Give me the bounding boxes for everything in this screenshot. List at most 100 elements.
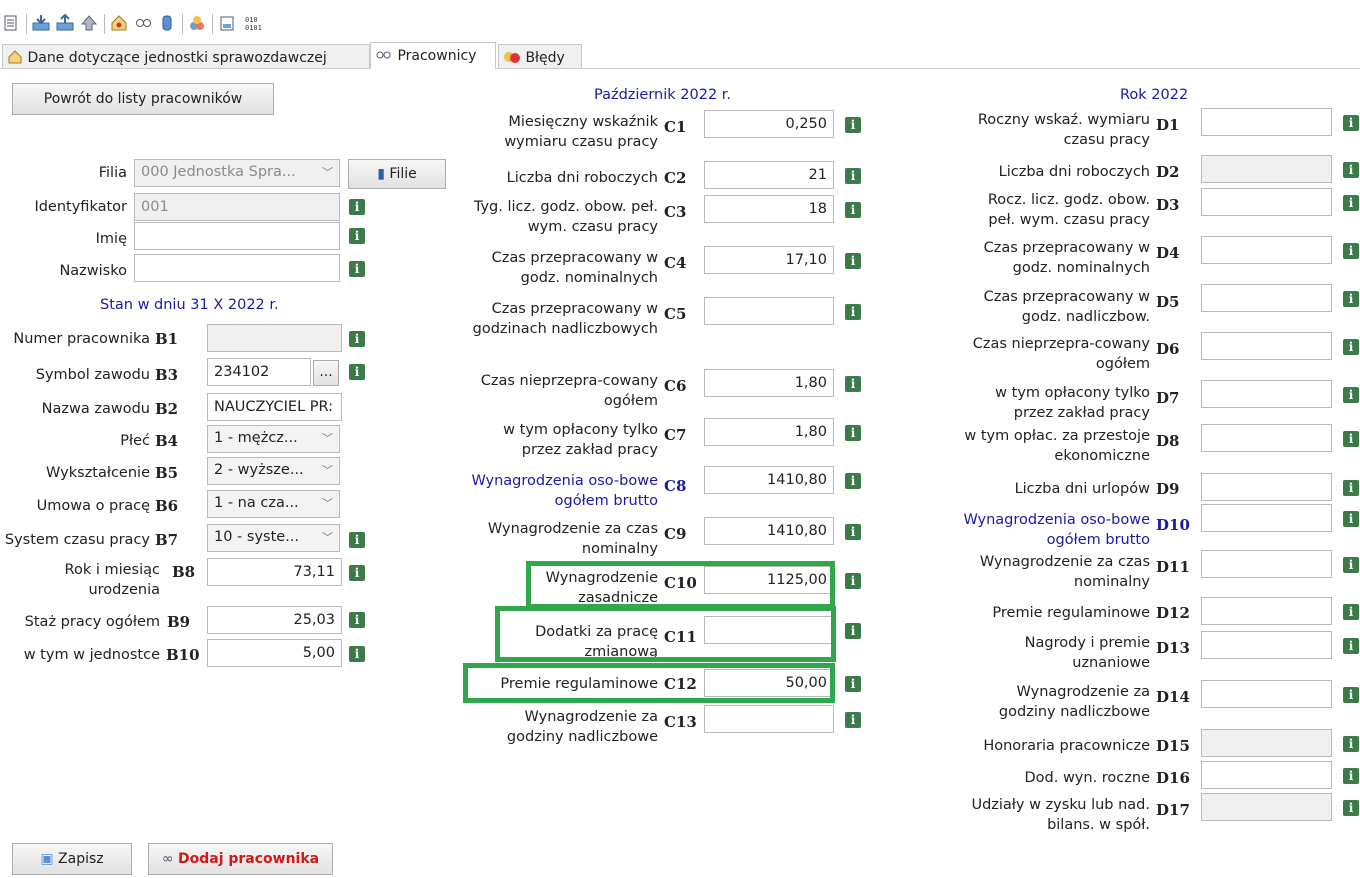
nazwisko-input[interactable] bbox=[134, 254, 340, 282]
info-icon[interactable]: i bbox=[349, 199, 365, 215]
b6-select[interactable]: 1 - na cza... ﹀ bbox=[207, 490, 340, 518]
year-row-input[interactable] bbox=[1201, 761, 1332, 789]
employee-icon[interactable] bbox=[134, 14, 152, 32]
year-row-input[interactable] bbox=[1201, 597, 1332, 625]
info-icon[interactable]: i bbox=[845, 168, 861, 184]
year-row-input[interactable] bbox=[1201, 550, 1332, 578]
info-icon[interactable]: i bbox=[349, 364, 365, 380]
b3-input[interactable] bbox=[207, 358, 311, 386]
info-icon[interactable]: i bbox=[349, 565, 365, 581]
info-icon[interactable]: i bbox=[1343, 387, 1359, 403]
b5-select[interactable]: 2 - wyższe... ﹀ bbox=[207, 457, 340, 485]
import-icon[interactable] bbox=[32, 14, 50, 32]
year-row-input[interactable] bbox=[1201, 504, 1332, 532]
tab-pracownicy[interactable]: Pracownicy bbox=[370, 42, 496, 69]
b3-browse-button[interactable]: ... bbox=[313, 360, 339, 386]
year-row-label: Dod. wyn. roczne bbox=[1024, 770, 1150, 786]
year-row-input[interactable] bbox=[1201, 284, 1332, 312]
year-row-input[interactable] bbox=[1201, 473, 1332, 501]
filie-button[interactable]: ▮ Filie bbox=[348, 159, 446, 189]
house-person-icon[interactable] bbox=[110, 14, 128, 32]
year-row-input[interactable] bbox=[1201, 155, 1332, 183]
b4-select[interactable]: 1 - mężcz... ﹀ bbox=[207, 425, 340, 453]
year-row-input[interactable] bbox=[1201, 108, 1332, 136]
month-row-input[interactable] bbox=[704, 246, 834, 274]
info-icon[interactable]: i bbox=[845, 253, 861, 269]
info-icon[interactable]: i bbox=[845, 623, 861, 639]
group-icon[interactable] bbox=[188, 14, 206, 32]
back-to-list-button[interactable]: Powrót do listy pracowników bbox=[12, 83, 274, 115]
b9-input[interactable] bbox=[207, 606, 342, 634]
info-icon[interactable]: i bbox=[1343, 736, 1359, 752]
b2-input[interactable] bbox=[207, 393, 342, 421]
month-row-input[interactable] bbox=[704, 369, 834, 397]
filia-select[interactable]: 000 Jednostka Spra... ﹀ bbox=[134, 159, 340, 187]
month-row-input[interactable] bbox=[704, 195, 834, 223]
info-icon[interactable]: i bbox=[1343, 291, 1359, 307]
info-icon[interactable]: i bbox=[1343, 768, 1359, 784]
info-icon[interactable]: i bbox=[845, 202, 861, 218]
info-icon[interactable]: i bbox=[845, 524, 861, 540]
tab-dane-jednostki[interactable]: Dane dotyczące jednostki sprawozdawczej bbox=[2, 44, 370, 68]
identyfikator-input[interactable] bbox=[134, 193, 340, 221]
month-row-input[interactable] bbox=[704, 466, 834, 494]
month-row-input[interactable] bbox=[704, 418, 834, 446]
filter-icon[interactable] bbox=[218, 14, 236, 32]
info-icon[interactable]: i bbox=[349, 612, 365, 628]
info-icon[interactable]: i bbox=[1343, 431, 1359, 447]
year-row-input[interactable] bbox=[1201, 793, 1332, 821]
save-button[interactable]: ▣ Zapisz bbox=[12, 843, 132, 875]
info-icon[interactable]: i bbox=[845, 573, 861, 589]
b8-input[interactable] bbox=[207, 558, 342, 586]
print-icon[interactable] bbox=[2, 14, 20, 32]
info-icon[interactable]: i bbox=[845, 304, 861, 320]
info-icon[interactable]: i bbox=[349, 261, 365, 277]
month-row-input[interactable] bbox=[704, 517, 834, 545]
month-row-input[interactable] bbox=[704, 705, 834, 733]
info-icon[interactable]: i bbox=[1343, 162, 1359, 178]
info-icon[interactable]: i bbox=[1343, 800, 1359, 816]
year-row-input[interactable] bbox=[1201, 236, 1332, 264]
b1-input[interactable] bbox=[207, 324, 342, 352]
info-icon[interactable]: i bbox=[1343, 687, 1359, 703]
info-icon[interactable]: i bbox=[1343, 195, 1359, 211]
export-icon[interactable] bbox=[56, 13, 74, 32]
info-icon[interactable]: i bbox=[1343, 557, 1359, 573]
year-row-input[interactable] bbox=[1201, 631, 1332, 659]
info-icon[interactable]: i bbox=[1343, 115, 1359, 131]
info-icon[interactable]: i bbox=[349, 532, 365, 548]
tab-bledy[interactable]: Błędy bbox=[498, 44, 582, 68]
info-icon[interactable]: i bbox=[1343, 604, 1359, 620]
year-row-input[interactable] bbox=[1201, 188, 1332, 216]
info-icon[interactable]: i bbox=[1343, 243, 1359, 259]
month-row-input[interactable] bbox=[704, 161, 834, 189]
info-icon[interactable]: i bbox=[845, 712, 861, 728]
upload-icon[interactable] bbox=[80, 14, 98, 32]
year-row-input[interactable] bbox=[1201, 380, 1332, 408]
info-icon[interactable]: i bbox=[349, 646, 365, 662]
database-icon[interactable] bbox=[158, 14, 176, 32]
imie-input[interactable] bbox=[134, 222, 340, 250]
info-icon[interactable]: i bbox=[1343, 638, 1359, 654]
info-icon[interactable]: i bbox=[1343, 511, 1359, 527]
year-row-input[interactable] bbox=[1201, 680, 1332, 708]
info-icon[interactable]: i bbox=[845, 117, 861, 133]
binary-icon[interactable]: 010 0101 bbox=[244, 14, 262, 32]
tab-underline bbox=[0, 68, 1360, 69]
year-row-input[interactable] bbox=[1201, 424, 1332, 452]
month-row-input[interactable] bbox=[704, 297, 834, 325]
b10-input[interactable] bbox=[207, 639, 342, 667]
month-row-input[interactable] bbox=[704, 110, 834, 138]
info-icon[interactable]: i bbox=[845, 473, 861, 489]
b7-select[interactable]: 10 - syste... ﹀ bbox=[207, 524, 340, 552]
info-icon[interactable]: i bbox=[845, 425, 861, 441]
info-icon[interactable]: i bbox=[349, 228, 365, 244]
year-row-input[interactable] bbox=[1201, 729, 1332, 757]
info-icon[interactable]: i bbox=[349, 331, 365, 347]
info-icon[interactable]: i bbox=[1343, 339, 1359, 355]
add-employee-button[interactable]: ∞ Dodaj pracownika bbox=[148, 843, 333, 875]
info-icon[interactable]: i bbox=[845, 676, 861, 692]
info-icon[interactable]: i bbox=[1343, 480, 1359, 496]
year-row-input[interactable] bbox=[1201, 332, 1332, 360]
info-icon[interactable]: i bbox=[845, 376, 861, 392]
